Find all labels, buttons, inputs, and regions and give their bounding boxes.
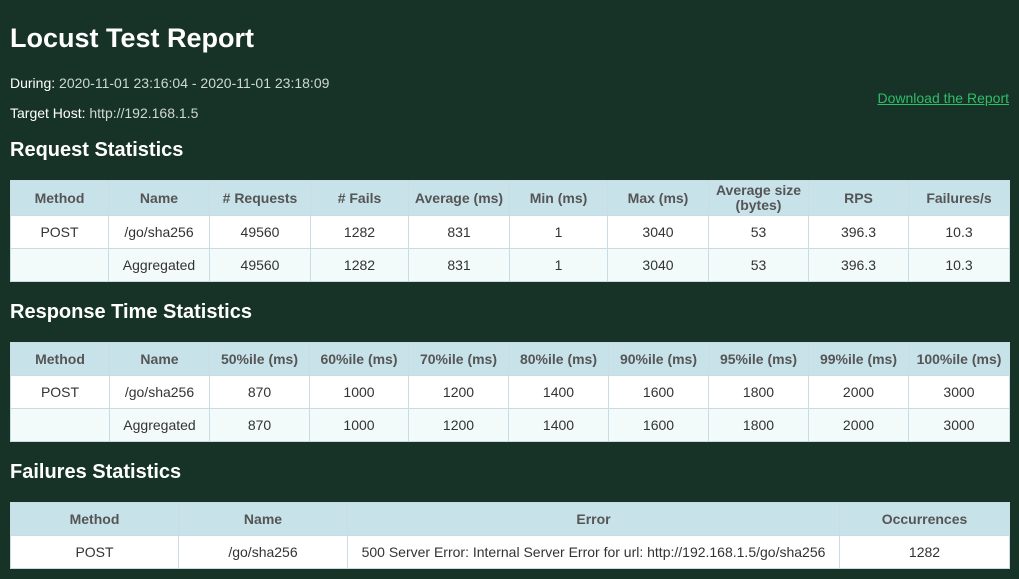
column-header: Failures/s xyxy=(908,180,1010,216)
column-header: 80%ile (ms) xyxy=(508,342,609,376)
table-cell: 53 xyxy=(708,248,809,282)
response-time-statistics-heading: Response Time Statistics xyxy=(10,301,252,323)
table-cell: 2000 xyxy=(808,375,909,409)
column-header: 90%ile (ms) xyxy=(608,342,709,376)
table-cell: 1200 xyxy=(408,375,509,409)
column-header: Average (ms) xyxy=(408,180,510,216)
table-cell: 396.3 xyxy=(808,215,909,249)
table-cell: 10.3 xyxy=(908,248,1010,282)
header-row: Method Name 50%ile (ms) 60%ile (ms) 70%i… xyxy=(10,342,1010,376)
test-duration: During: 2020-11-01 23:16:04 - 2020-11-01… xyxy=(10,74,329,92)
column-header: 70%ile (ms) xyxy=(408,342,509,376)
column-header: Method xyxy=(10,502,179,536)
column-header: Name xyxy=(108,180,210,216)
table-cell: 1600 xyxy=(608,375,709,409)
response-time-statistics-table: Method Name 50%ile (ms) 60%ile (ms) 70%i… xyxy=(10,342,1010,442)
target-host-label: Target Host: xyxy=(10,105,86,121)
table-cell: POST xyxy=(10,375,110,409)
during-value: 2020-11-01 23:16:04 - 2020-11-01 23:18:0… xyxy=(59,75,330,91)
table-row-aggregated: Aggregated 870 1000 1200 1400 1600 1800 … xyxy=(10,408,1010,442)
header-row: Method Name # Requests # Fails Average (… xyxy=(10,180,1010,216)
column-header: 60%ile (ms) xyxy=(309,342,409,376)
table-cell: 10.3 xyxy=(908,215,1010,249)
column-header: Name xyxy=(109,342,210,376)
table-cell: 3040 xyxy=(607,248,709,282)
table-cell: 1282 xyxy=(310,215,409,249)
table-cell: Aggregated xyxy=(109,408,210,442)
table-cell: 53 xyxy=(708,215,809,249)
request-statistics-table: Method Name # Requests # Fails Average (… xyxy=(10,180,1010,282)
table-cell: 1800 xyxy=(708,408,809,442)
header-row: Method Name Error Occurrences xyxy=(10,502,1010,536)
table-cell: 1400 xyxy=(508,408,609,442)
table-row: POST /go/sha256 500 Server Error: Intern… xyxy=(10,535,1010,569)
table-row: POST /go/sha256 870 1000 1200 1400 1600 … xyxy=(10,375,1010,409)
table-cell: 49560 xyxy=(209,215,311,249)
table-cell: 831 xyxy=(408,248,510,282)
table-cell: /go/sha256 xyxy=(108,215,210,249)
table-cell: 870 xyxy=(209,408,310,442)
table-cell: 49560 xyxy=(209,248,311,282)
target-host-value: http://192.168.1.5 xyxy=(89,105,199,121)
table-cell: 1000 xyxy=(309,408,409,442)
table-cell: 3000 xyxy=(908,408,1010,442)
request-statistics-heading: Request Statistics xyxy=(10,139,184,161)
table-cell: /go/sha256 xyxy=(109,375,210,409)
column-header: # Requests xyxy=(209,180,311,216)
column-header: Error xyxy=(347,502,840,536)
table-cell: 1800 xyxy=(708,375,809,409)
during-label: During: xyxy=(10,75,56,91)
column-header: 99%ile (ms) xyxy=(808,342,909,376)
column-header: RPS xyxy=(808,180,909,216)
download-report-link[interactable]: Download the Report xyxy=(877,89,1009,107)
table-cell: POST xyxy=(10,215,109,249)
table-cell: 870 xyxy=(209,375,310,409)
table-cell: POST xyxy=(10,535,179,569)
table-cell: /go/sha256 xyxy=(178,535,348,569)
table-row: POST /go/sha256 49560 1282 831 1 3040 53… xyxy=(10,215,1010,249)
column-header: Occurrences xyxy=(839,502,1010,536)
table-cell: 3040 xyxy=(607,215,709,249)
table-cell: 3000 xyxy=(908,375,1010,409)
column-header: 95%ile (ms) xyxy=(708,342,809,376)
target-host: Target Host: http://192.168.1.5 xyxy=(10,104,198,122)
table-cell: 1000 xyxy=(309,375,409,409)
column-header: Method xyxy=(10,342,110,376)
table-cell: 1 xyxy=(509,215,608,249)
column-header: Average size (bytes) xyxy=(708,180,809,216)
table-cell: 1400 xyxy=(508,375,609,409)
table-cell: 1282 xyxy=(839,535,1010,569)
column-header: 50%ile (ms) xyxy=(209,342,310,376)
column-header: Name xyxy=(178,502,348,536)
table-cell: 1 xyxy=(509,248,608,282)
failures-statistics-table: Method Name Error Occurrences POST /go/s… xyxy=(10,502,1010,569)
page-title: Locust Test Report xyxy=(10,23,255,53)
error-message-cell: 500 Server Error: Internal Server Error … xyxy=(347,535,840,569)
column-header: 100%ile (ms) xyxy=(908,342,1010,376)
table-cell: 1282 xyxy=(310,248,409,282)
table-cell: 831 xyxy=(408,215,510,249)
table-cell: 1200 xyxy=(408,408,509,442)
table-cell: 396.3 xyxy=(808,248,909,282)
column-header: Min (ms) xyxy=(509,180,608,216)
failures-statistics-heading: Failures Statistics xyxy=(10,461,182,483)
column-header: # Fails xyxy=(310,180,409,216)
column-header: Method xyxy=(10,180,109,216)
column-header: Max (ms) xyxy=(607,180,709,216)
table-cell xyxy=(10,248,109,282)
table-cell: 2000 xyxy=(808,408,909,442)
table-cell: 1600 xyxy=(608,408,709,442)
table-cell: Aggregated xyxy=(108,248,210,282)
table-cell xyxy=(10,408,110,442)
table-row-aggregated: Aggregated 49560 1282 831 1 3040 53 396.… xyxy=(10,248,1010,282)
